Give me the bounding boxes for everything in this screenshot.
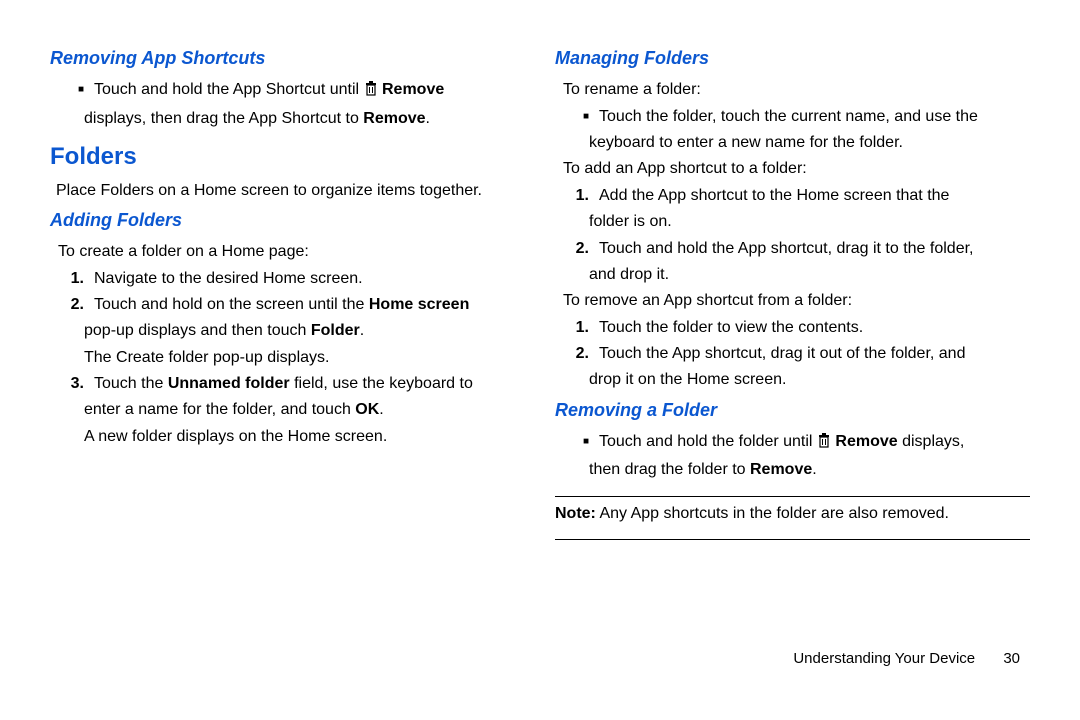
- list-number: 1.: [555, 317, 599, 339]
- list-item: 1. Navigate to the desired Home screen.: [50, 268, 525, 290]
- step-text: Touch the App shortcut, drag it out of t…: [599, 343, 965, 365]
- bold-text: Remove: [750, 461, 812, 478]
- heading-managing-folders: Managing Folders: [555, 46, 1030, 71]
- bullet-item: ■ Touch and hold the App Shortcut until …: [50, 79, 525, 103]
- text: pop-up displays and then touch: [84, 322, 311, 339]
- bullet-text: Touch and hold the App Shortcut until Re…: [94, 79, 444, 103]
- text: field, use the keyboard to: [290, 375, 473, 392]
- text: Any App shortcuts in the folder are also…: [596, 505, 949, 522]
- footer-section: Understanding Your Device: [793, 650, 975, 667]
- list-number: 2.: [50, 294, 94, 316]
- step-text: Touch the folder to view the contents.: [599, 317, 863, 339]
- step-text: Touch the Unnamed folder field, use the …: [94, 373, 473, 395]
- square-bullet-icon: ■: [50, 83, 94, 97]
- step-continuation: drop it on the Home screen.: [589, 369, 1030, 391]
- text: Touch and hold on the screen until the: [94, 296, 369, 313]
- text: displays,: [898, 433, 965, 450]
- list-item: 1. Add the App shortcut to the Home scre…: [555, 185, 1030, 207]
- step-continuation: and drop it.: [589, 264, 1030, 286]
- lead-text: To add an App shortcut to a folder:: [563, 158, 1030, 180]
- lead-text: To rename a folder:: [563, 79, 1030, 101]
- trash-icon: [817, 432, 831, 455]
- square-bullet-icon: ■: [555, 435, 599, 449]
- text: .: [360, 322, 364, 339]
- bold-text: Unnamed folder: [168, 375, 290, 392]
- list-item: 2. Touch the App shortcut, drag it out o…: [555, 343, 1030, 365]
- bullet-continuation: then drag the folder to Remove.: [589, 459, 1030, 481]
- note-text: Note: Any App shortcuts in the folder ar…: [555, 503, 1030, 525]
- right-column: Managing Folders To rename a folder: ■ T…: [555, 40, 1030, 650]
- list-item: 1. Touch the folder to view the contents…: [555, 317, 1030, 339]
- bold-text: Folder: [311, 322, 360, 339]
- page-number: 30: [1003, 650, 1020, 667]
- text: .: [379, 401, 383, 418]
- text: Touch and hold the folder until: [599, 433, 817, 450]
- list-number: 2.: [555, 343, 599, 365]
- list-number: 2.: [555, 238, 599, 260]
- text: Touch the: [94, 375, 168, 392]
- square-bullet-icon: ■: [555, 110, 599, 124]
- text: .: [426, 110, 430, 127]
- step-text: Touch and hold on the screen until the H…: [94, 294, 469, 316]
- divider: [555, 539, 1030, 540]
- page-footer: Understanding Your Device 30: [0, 650, 1080, 667]
- list-item: 2. Touch and hold on the screen until th…: [50, 294, 525, 316]
- divider: [555, 496, 1030, 497]
- bold-text: Remove: [835, 433, 897, 450]
- list-number: 3.: [50, 373, 94, 395]
- step-text: Touch and hold the App shortcut, drag it…: [599, 238, 973, 260]
- heading-folders: Folders: [50, 140, 525, 174]
- bullet-continuation: displays, then drag the App Shortcut to …: [84, 108, 525, 130]
- folders-intro: Place Folders on a Home screen to organi…: [56, 180, 525, 202]
- bullet-text: Touch and hold the folder until Remove d…: [599, 431, 964, 455]
- list-item: 2. Touch and hold the App shortcut, drag…: [555, 238, 1030, 260]
- note-label: Note:: [555, 505, 596, 522]
- bold-text: Home screen: [369, 296, 470, 313]
- bullet-continuation: keyboard to enter a new name for the fol…: [589, 132, 1030, 154]
- list-number: 1.: [50, 268, 94, 290]
- text: .: [812, 461, 816, 478]
- step-text: Navigate to the desired Home screen.: [94, 268, 363, 290]
- text: displays, then drag the App Shortcut to: [84, 110, 363, 127]
- page-content: Removing App Shortcuts ■ Touch and hold …: [0, 0, 1080, 650]
- lead-text: To remove an App shortcut from a folder:: [563, 290, 1030, 312]
- heading-removing-app-shortcuts: Removing App Shortcuts: [50, 46, 525, 71]
- text: then drag the folder to: [589, 461, 750, 478]
- left-column: Removing App Shortcuts ■ Touch and hold …: [50, 40, 525, 650]
- step-continuation: enter a name for the folder, and touch O…: [84, 399, 525, 421]
- list-number: 1.: [555, 185, 599, 207]
- step-sub: The Create folder pop-up displays.: [84, 347, 525, 369]
- step-continuation: pop-up displays and then touch Folder.: [84, 320, 525, 342]
- step-text: Add the App shortcut to the Home screen …: [599, 185, 949, 207]
- text: enter a name for the folder, and touch: [84, 401, 355, 418]
- bullet-item: ■ Touch the folder, touch the current na…: [555, 106, 1030, 128]
- heading-removing-folder: Removing a Folder: [555, 398, 1030, 423]
- bold-text: Remove: [363, 110, 425, 127]
- bold-text: Remove: [382, 81, 444, 98]
- step-continuation: folder is on.: [589, 211, 1030, 233]
- list-item: 3. Touch the Unnamed folder field, use t…: [50, 373, 525, 395]
- text: Touch and hold the App Shortcut until: [94, 81, 364, 98]
- trash-icon: [364, 80, 378, 103]
- bold-text: OK: [355, 401, 379, 418]
- step-sub: A new folder displays on the Home screen…: [84, 426, 525, 448]
- heading-adding-folders: Adding Folders: [50, 208, 525, 233]
- lead-text: To create a folder on a Home page:: [58, 241, 525, 263]
- bullet-text: Touch the folder, touch the current name…: [599, 106, 978, 128]
- bullet-item: ■ Touch and hold the folder until Remove…: [555, 431, 1030, 455]
